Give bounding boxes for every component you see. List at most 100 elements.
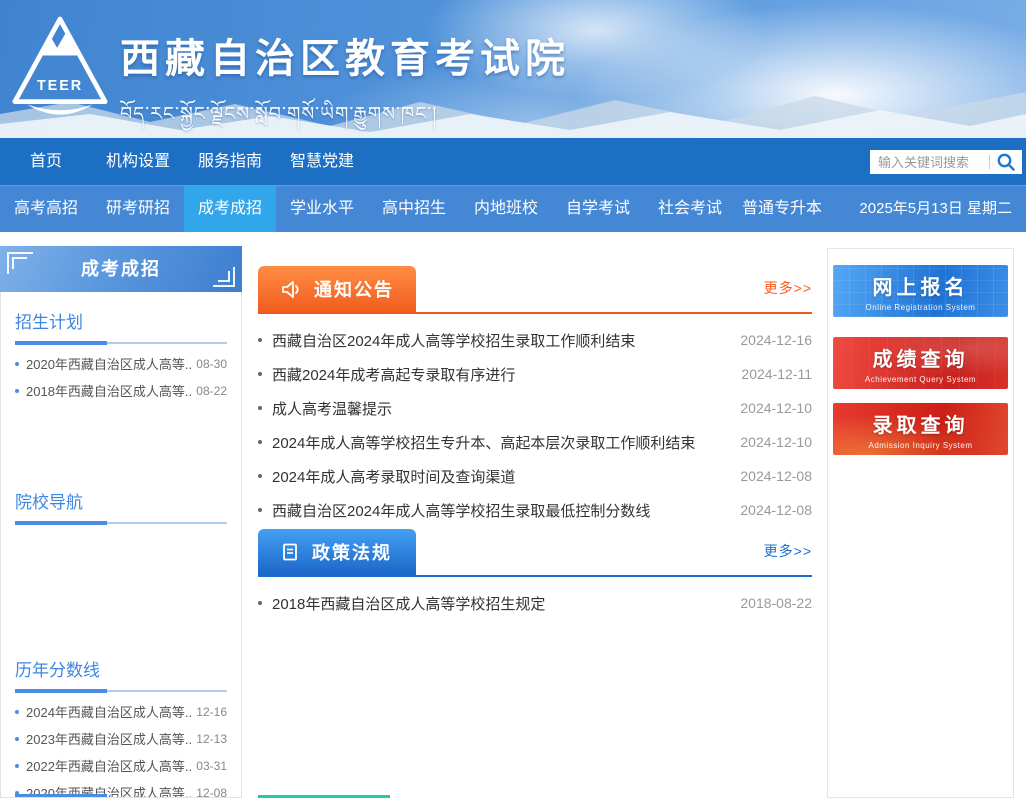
bullet-icon — [15, 764, 19, 768]
item-date: 2024-12-11 — [741, 366, 812, 382]
sidebar-list-item[interactable]: 2024年西藏自治区成人高等... 12-16 — [15, 698, 227, 725]
item-date: 12-08 — [196, 786, 227, 798]
site-title: 西藏自治区教育考试院 — [120, 26, 570, 84]
item-date: 12-13 — [196, 732, 227, 746]
sidebar-list: 2024年西藏自治区成人高等... 12-16 2023年西藏自治区成人高等..… — [15, 698, 227, 798]
top-nav-item[interactable]: 机构设置 — [92, 138, 184, 185]
banner-subtitle: Admission Inquiry System — [868, 441, 972, 450]
mountain-logo-icon: TEER — [12, 14, 108, 122]
sub-nav-item[interactable]: 成考成招 — [184, 186, 276, 232]
bullet-icon — [258, 440, 262, 444]
notice-item[interactable]: 2024年成人高等学校招生专升本、高起本层次录取工作顺利结束 2024-12-1… — [258, 425, 812, 459]
bullet-icon — [258, 601, 262, 605]
sidebar-list-item[interactable]: 2022年西藏自治区成人高等... 03-31 — [15, 752, 227, 779]
notice-tab-row: 通知公告 更多>> — [258, 268, 812, 314]
sub-nav-item[interactable]: 普通专升本 — [736, 186, 828, 232]
notice-tab: 通知公告 — [258, 266, 416, 312]
sidebar-list-item[interactable]: 2023年西藏自治区成人高等... 12-13 — [15, 725, 227, 752]
top-nav-item[interactable]: 首页 — [0, 138, 92, 185]
policy-more-link[interactable]: 更多>> — [764, 541, 812, 561]
policy-list: 2018年西藏自治区成人高等学校招生规定 2018-08-22 — [258, 586, 812, 620]
right-panel: 网上报名 Online Registration System 成绩查询 Ach… — [827, 248, 1014, 798]
sub-nav-item[interactable]: 学业水平 — [276, 186, 368, 232]
banner-title: 录取查询 — [873, 409, 969, 438]
banner-title: 网上报名 — [873, 271, 969, 300]
sidebar-list-item[interactable]: 2018年西藏自治区成人高等... 08-22 — [15, 377, 227, 404]
item-date: 2024-12-08 — [740, 468, 812, 484]
sidebar-list: 2020年西藏自治区成人高等... 08-30 2018年西藏自治区成人高等..… — [15, 350, 227, 404]
sub-nav: 高考高招研考研招成考成招学业水平高中招生内地班校自学考试社会考试普通专升本 20… — [0, 185, 1026, 232]
search-box — [870, 150, 1022, 174]
sub-nav-item[interactable]: 高中招生 — [368, 186, 460, 232]
sidebar-heading-college-nav[interactable]: 院校导航 — [15, 488, 227, 524]
item-date: 2024-12-10 — [740, 434, 812, 450]
notice-section: 通知公告 更多>> 西藏自治区2024年成人高等学校招生录取工作顺利结束 202… — [258, 268, 812, 527]
item-date: 2024-12-08 — [740, 502, 812, 518]
sub-nav-item[interactable]: 内地班校 — [460, 186, 552, 232]
bullet-icon — [15, 710, 19, 714]
corner-ornament-icon — [213, 267, 235, 287]
page: TEER 西藏自治区教育考试院 བོད་རང་སྐྱོང་ལྗོངས་སློབ་… — [0, 0, 1026, 798]
notice-item[interactable]: 2024年成人高考录取时间及查询渠道 2024-12-08 — [258, 459, 812, 493]
top-nav-item[interactable]: 服务指南 — [184, 138, 276, 185]
logo-text: TEER — [37, 78, 83, 94]
cutoff-section-underline — [15, 794, 107, 797]
megaphone-icon — [280, 278, 302, 300]
top-nav-item[interactable]: 智慧党建 — [276, 138, 368, 185]
banner-online-registration[interactable]: 网上报名 Online Registration System — [833, 265, 1008, 317]
notice-more-link[interactable]: 更多>> — [764, 278, 812, 298]
sub-nav-item[interactable]: 高考高招 — [0, 186, 92, 232]
policy-section: 政策法规 更多>> 2018年西藏自治区成人高等学校招生规定 2018-08-2… — [258, 531, 812, 620]
top-nav: 首页机构设置服务指南智慧党建 — [0, 138, 1026, 185]
bullet-icon — [15, 362, 19, 366]
banner-title: 成绩查询 — [873, 343, 969, 372]
item-date: 2024-12-16 — [740, 332, 812, 348]
sidebar-title: 成考成招 — [81, 259, 161, 279]
notice-item[interactable]: 成人高考温馨提示 2024-12-10 — [258, 391, 812, 425]
notice-item[interactable]: 西藏自治区2024年成人高等学校招生录取最低控制分数线 2024-12-08 — [258, 493, 812, 527]
bullet-icon — [258, 508, 262, 512]
corner-ornament-icon — [7, 252, 33, 274]
site-title-tibetan: བོད་རང་སྐྱོང་ལྗོངས་སློབ་གསོ་ཡིག་རྒྱུགས་ཁ… — [120, 92, 570, 138]
notice-tab-label: 通知公告 — [314, 276, 394, 302]
sidebar: 成考成招 招生计划 2020年西藏自治区成人高等... 08-30 — [0, 246, 242, 798]
sidebar-body: 招生计划 2020年西藏自治区成人高等... 08-30 2018年西藏自治区成… — [0, 292, 242, 798]
item-date: 08-30 — [196, 357, 227, 371]
sidebar-section-enrollment-plan: 招生计划 2020年西藏自治区成人高等... 08-30 2018年西藏自治区成… — [15, 308, 227, 404]
sidebar-list-item[interactable]: 2020年西藏自治区成人高等... 08-30 — [15, 350, 227, 377]
sidebar-section-college-nav: 院校导航 — [15, 488, 227, 524]
sidebar-section-score-lines: 历年分数线 2024年西藏自治区成人高等... 12-16 2023年西藏自治区… — [15, 656, 227, 798]
bullet-icon — [258, 474, 262, 478]
notice-item[interactable]: 西藏2024年成考高起专录取有序进行 2024-12-11 — [258, 357, 812, 391]
policy-tab: 政策法规 — [258, 529, 416, 575]
search-input[interactable] — [870, 155, 989, 170]
current-date: 2025年5月13日 星期二 — [859, 186, 1012, 232]
policy-tab-label: 政策法规 — [312, 539, 392, 565]
item-date: 03-31 — [196, 759, 227, 773]
item-date: 08-22 — [196, 384, 227, 398]
item-date: 2018-08-22 — [740, 595, 812, 611]
bullet-icon — [258, 338, 262, 342]
sub-nav-item[interactable]: 社会考试 — [644, 186, 736, 232]
item-date: 12-16 — [196, 705, 227, 719]
document-icon — [280, 542, 300, 562]
notice-item[interactable]: 西藏自治区2024年成人高等学校招生录取工作顺利结束 2024-12-16 — [258, 323, 812, 357]
bullet-icon — [258, 372, 262, 376]
sidebar-heading-enrollment-plan[interactable]: 招生计划 — [15, 308, 227, 344]
policy-tab-row: 政策法规 更多>> — [258, 531, 812, 577]
banner-score-query[interactable]: 成绩查询 Achievement Query System — [833, 337, 1008, 389]
bullet-icon — [258, 406, 262, 410]
item-date: 2024-12-10 — [740, 400, 812, 416]
search-icon — [996, 152, 1016, 172]
sub-nav-item[interactable]: 自学考试 — [552, 186, 644, 232]
sub-nav-item[interactable]: 研考研招 — [92, 186, 184, 232]
banner-subtitle: Achievement Query System — [865, 375, 976, 384]
sidebar-heading-score-lines[interactable]: 历年分数线 — [15, 656, 227, 692]
site-logo[interactable]: TEER — [12, 14, 108, 122]
banner-admission-query[interactable]: 录取查询 Admission Inquiry System — [833, 403, 1008, 455]
banner-subtitle: Online Registration System — [866, 303, 976, 312]
policy-item[interactable]: 2018年西藏自治区成人高等学校招生规定 2018-08-22 — [258, 586, 812, 620]
search-button[interactable] — [990, 150, 1022, 174]
site-title-block: 西藏自治区教育考试院 བོད་རང་སྐྱོང་ལྗོངས་སློབ་གསོ་ཡ… — [120, 26, 570, 138]
notice-list: 西藏自治区2024年成人高等学校招生录取工作顺利结束 2024-12-16 西藏… — [258, 323, 812, 527]
